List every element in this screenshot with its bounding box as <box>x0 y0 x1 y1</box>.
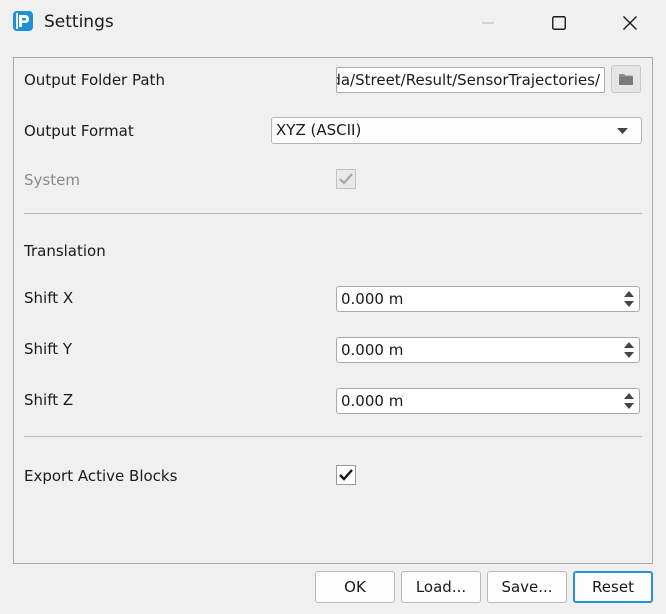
p-logo-icon <box>13 11 33 31</box>
shift-y-value: 0.000 m <box>341 341 404 359</box>
spin-down-icon[interactable] <box>624 301 634 307</box>
shift-x-label: Shift X <box>24 289 74 307</box>
output-format-value: XYZ (ASCII) <box>276 121 362 139</box>
shift-y-label: Shift Y <box>24 340 73 358</box>
load-button[interactable]: Load... <box>401 571 481 603</box>
close-icon <box>623 16 637 30</box>
title-bar: Settings <box>0 0 666 46</box>
minimize-icon <box>482 22 494 24</box>
divider <box>24 213 642 214</box>
spin-arrows <box>621 287 637 311</box>
output-folder-value: ada/Street/Result/SensorTrajectories/ <box>336 71 600 89</box>
close-button[interactable] <box>604 0 656 46</box>
save-button[interactable]: Save... <box>487 571 567 603</box>
translation-heading: Translation <box>24 242 106 260</box>
spin-up-icon[interactable] <box>624 393 634 399</box>
spin-up-icon[interactable] <box>624 291 634 297</box>
window-title: Settings <box>44 12 114 32</box>
shift-x-spinbox[interactable]: 0.000 m <box>336 286 640 312</box>
output-folder-label: Output Folder Path <box>24 71 165 89</box>
spin-down-icon[interactable] <box>624 352 634 358</box>
minimize-button[interactable] <box>462 0 514 46</box>
export-active-blocks-checkbox[interactable] <box>336 465 356 485</box>
spin-arrows <box>621 338 637 362</box>
system-label: System <box>24 171 80 189</box>
output-folder-input[interactable]: ada/Street/Result/SensorTrajectories/ <box>336 67 605 93</box>
ok-button[interactable]: OK <box>315 571 395 603</box>
reset-button[interactable]: Reset <box>573 571 653 603</box>
shift-z-label: Shift Z <box>24 391 74 409</box>
shift-z-value: 0.000 m <box>341 392 404 410</box>
browse-folder-button[interactable] <box>611 65 641 93</box>
folder-icon <box>619 73 633 85</box>
chevron-down-icon <box>617 128 628 134</box>
output-format-label: Output Format <box>24 122 134 140</box>
maximize-icon <box>552 16 566 30</box>
spin-up-icon[interactable] <box>624 342 634 348</box>
maximize-button[interactable] <box>533 0 585 46</box>
spin-arrows <box>621 389 637 413</box>
shift-x-value: 0.000 m <box>341 290 404 308</box>
spin-down-icon[interactable] <box>624 403 634 409</box>
shift-y-spinbox[interactable]: 0.000 m <box>336 337 640 363</box>
output-format-dropdown[interactable]: XYZ (ASCII) <box>271 117 642 144</box>
export-active-blocks-label: Export Active Blocks <box>24 467 178 485</box>
checkmark-icon <box>339 469 353 481</box>
divider <box>24 436 642 437</box>
shift-z-spinbox[interactable]: 0.000 m <box>336 388 640 414</box>
system-checkbox[interactable] <box>336 169 356 189</box>
checkmark-icon <box>339 173 353 185</box>
